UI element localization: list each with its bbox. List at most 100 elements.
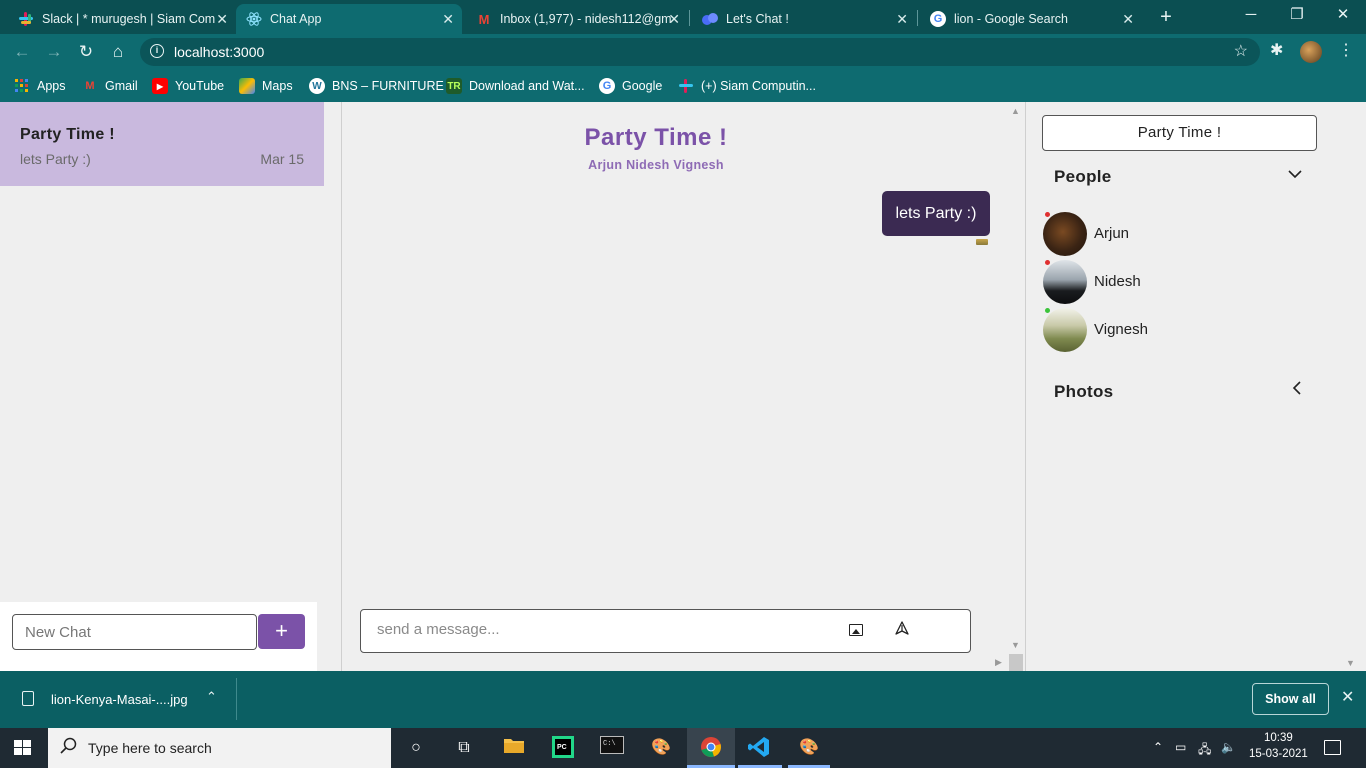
close-tab-icon[interactable]: ✕ (216, 11, 228, 28)
scroll-down-icon[interactable]: ▼ (1011, 640, 1020, 650)
bookmark-download-watch[interactable]: TR Download and Wat... (446, 76, 585, 96)
bookmark-label: Maps (262, 79, 293, 93)
volume-icon[interactable]: 🔈 (1221, 740, 1236, 754)
bookmark-bns-furniture[interactable]: W BNS – FURNITURE (309, 76, 444, 96)
bookmark-label: (+) Siam Computin... (701, 79, 816, 93)
battery-icon[interactable]: ▭ (1175, 740, 1186, 754)
shelf-divider (236, 678, 237, 720)
tab-slack[interactable]: Slack | * murugesh | Siam Com ✕ (8, 4, 236, 34)
maps-icon (239, 78, 255, 94)
svg-text:C:\: C:\ (603, 740, 616, 748)
person-item-arjun[interactable]: Arjun (1043, 212, 1303, 256)
address-bar[interactable]: i localhost:3000 ☆ (140, 38, 1260, 66)
bookmarks-bar: Apps M Gmail ▶ YouTube Maps W BNS – FURN… (0, 70, 1366, 102)
pycharm-icon[interactable]: PC (550, 736, 576, 760)
chat-app-page: Party Time ! lets Party :) Mar 15 + Part… (0, 102, 1366, 671)
scroll-down-icon[interactable]: ▼ (1346, 658, 1355, 668)
close-tab-icon[interactable]: ✕ (1122, 11, 1134, 28)
tab-google-search[interactable]: G lion - Google Search ✕ (920, 4, 1142, 34)
restore-icon[interactable]: ❐ (1274, 0, 1320, 32)
bookmark-label: BNS – FURNITURE (332, 79, 444, 93)
chat-list-item-preview: lets Party :) (20, 151, 91, 167)
image-upload-icon[interactable] (849, 624, 863, 636)
browser-toolbar: ← → ↻ ⌂ i localhost:3000 ☆ (0, 34, 1366, 70)
person-item-nidesh[interactable]: Nidesh (1043, 260, 1303, 304)
download-file-name[interactable]: lion-Kenya-Masai-....jpg (51, 692, 188, 707)
bookmark-label: Gmail (105, 79, 138, 93)
tab-lets-chat[interactable]: Let's Chat ! ✕ (692, 4, 916, 34)
bookmark-apps[interactable]: Apps (14, 76, 66, 96)
vscode-icon[interactable] (746, 736, 772, 760)
windows-taskbar: Type here to search ○ ⧉ PC C:\ 🎨 🎨 ⌃ ▭ 🖧… (0, 728, 1366, 768)
close-tab-icon[interactable]: ✕ (442, 11, 454, 28)
url-text: localhost:3000 (174, 44, 265, 60)
extensions-icon[interactable]: ✱ (1270, 40, 1283, 60)
chat-list-item[interactable]: Party Time ! lets Party :) Mar 15 (0, 102, 324, 186)
reload-icon[interactable]: ↻ (74, 40, 98, 64)
file-explorer-icon[interactable] (501, 736, 527, 760)
tr-icon: TR (446, 78, 462, 94)
tab-chat-app[interactable]: Chat App ✕ (236, 4, 462, 34)
add-chat-button[interactable]: + (258, 614, 305, 649)
chrome-icon[interactable] (698, 736, 724, 760)
new-tab-icon[interactable]: + (1154, 5, 1178, 29)
taskbar-search-placeholder: Type here to search (88, 740, 212, 756)
bookmark-youtube[interactable]: ▶ YouTube (152, 76, 224, 96)
photos-heading[interactable]: Photos (1054, 382, 1113, 402)
file-icon (22, 691, 34, 706)
people-heading[interactable]: People (1054, 167, 1112, 187)
close-icon[interactable]: ✕ (1341, 687, 1354, 707)
tab-gmail[interactable]: M Inbox (1,977) - nidesh112@gm ✕ (466, 4, 688, 34)
home-icon[interactable]: ⌂ (106, 40, 130, 64)
message-input[interactable]: send a message... (377, 621, 500, 638)
close-window-icon[interactable]: ✕ (1320, 0, 1366, 32)
notification-icon[interactable] (1324, 740, 1341, 755)
clock-time[interactable]: 10:39 (1264, 732, 1293, 744)
details-chat-title: Party Time ! (1042, 115, 1317, 151)
site-info-icon[interactable]: i (150, 44, 164, 58)
react-icon (246, 11, 262, 27)
chevron-left-icon[interactable] (1292, 381, 1302, 400)
back-icon[interactable]: ← (10, 40, 34, 64)
bookmark-google[interactable]: G Google (599, 76, 662, 96)
bookmark-maps[interactable]: Maps (239, 76, 293, 96)
show-all-button[interactable]: Show all (1252, 683, 1329, 715)
paint-icon[interactable]: 🎨 (648, 736, 674, 760)
scroll-thumb[interactable] (1009, 654, 1023, 671)
network-icon[interactable]: 🖧 (1198, 740, 1211, 761)
chat-list-item-date: Mar 15 (260, 151, 304, 167)
person-item-vignesh[interactable]: Vignesh (1043, 308, 1303, 352)
tab-separator (689, 10, 690, 26)
task-view-icon[interactable]: ⧉ (451, 736, 477, 760)
scroll-up-icon[interactable]: ▲ (1011, 106, 1020, 116)
paint-icon[interactable]: 🎨 (796, 736, 822, 760)
google-icon: G (599, 78, 615, 94)
chevron-down-icon[interactable] (1288, 166, 1302, 184)
close-tab-icon[interactable]: ✕ (668, 11, 680, 28)
bookmark-siam-computing[interactable]: (+) Siam Computin... (678, 76, 816, 96)
bookmark-label: Download and Wat... (469, 79, 585, 93)
chevron-up-icon[interactable]: ⌃ (1153, 740, 1163, 754)
terminal-icon[interactable]: C:\ (599, 736, 625, 760)
clock-date[interactable]: 15-03-2021 (1249, 748, 1308, 760)
scroll-right-icon[interactable]: ▶ (995, 657, 1002, 668)
chat-title: Party Time ! (584, 124, 728, 151)
conversation-scrollbar[interactable]: ▲ ▼ (1007, 102, 1025, 671)
new-chat-input[interactable] (12, 614, 257, 650)
message-composer: send a message... (360, 609, 971, 653)
send-icon[interactable] (895, 621, 909, 640)
forward-icon[interactable]: → (42, 40, 66, 64)
chevron-up-icon[interactable]: ⌃ (206, 689, 217, 705)
bookmark-star-icon[interactable]: ☆ (1234, 41, 1248, 61)
windows-start-icon[interactable] (14, 740, 32, 756)
chat-details-pane: Party Time ! People Arjun Nidesh Vignesh… (1026, 102, 1366, 671)
profile-avatar[interactable] (1300, 41, 1322, 63)
cortana-icon[interactable]: ○ (403, 736, 429, 760)
person-name: Arjun (1094, 225, 1130, 242)
bookmark-gmail[interactable]: M Gmail (82, 76, 138, 96)
menu-dots-icon[interactable]: ⋮ (1338, 40, 1354, 60)
taskbar-search-box[interactable]: Type here to search (48, 728, 391, 768)
download-shelf: lion-Kenya-Masai-....jpg ⌃ Show all ✕ (0, 671, 1366, 728)
minimize-icon[interactable]: ─ (1228, 0, 1274, 32)
close-tab-icon[interactable]: ✕ (896, 11, 908, 28)
